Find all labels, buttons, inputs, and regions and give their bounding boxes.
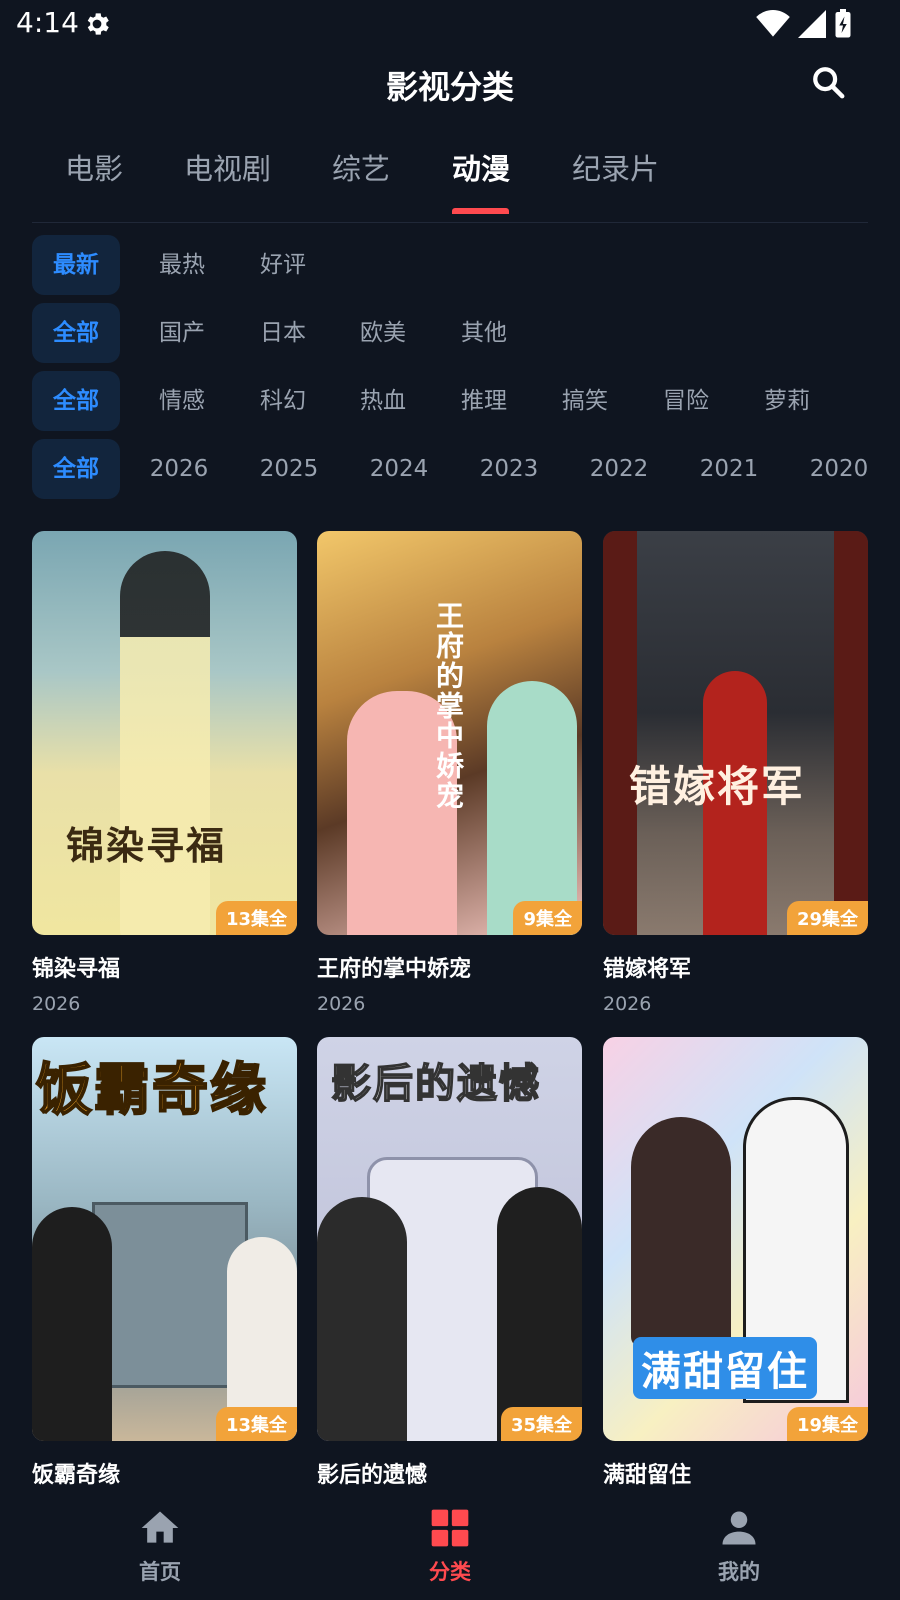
chip-region-western[interactable]: 欧美 (343, 303, 423, 363)
gear-icon (87, 13, 109, 35)
chip-sort-rating[interactable]: 好评 (243, 235, 323, 295)
chip-genre-action[interactable]: 热血 (343, 371, 423, 431)
content-card[interactable]: 锦染寻福 13集全 锦染寻福 2026 (32, 531, 297, 1015)
page-title: 影视分类 (385, 68, 514, 106)
signal-icon (798, 10, 826, 38)
content-card[interactable]: 错嫁将军 29集全 错嫁将军 2026 (603, 531, 868, 1015)
home-icon (141, 1511, 179, 1543)
poster-title-art: 影后的遗憾 (330, 1059, 541, 1108)
chip-region-other[interactable]: 其他 (444, 303, 524, 363)
category-tabs: 电影 电视剧 综艺 动漫 纪录片 (32, 136, 868, 223)
sort-filter-row: 最新 最热 好评 (32, 235, 868, 295)
content-grid: 锦染寻福 13集全 锦染寻福 2026 王府的掌中娇宠 9集全 王府的掌中娇宠 … (32, 531, 868, 1491)
active-tab-indicator (452, 208, 509, 214)
poster-image: 饭霸奇缘 13集全 (32, 1037, 297, 1441)
chip-region-domestic[interactable]: 国产 (142, 303, 222, 363)
chip-year-2022[interactable]: 2022 (584, 439, 654, 499)
grid-icon (431, 1509, 469, 1547)
chip-sort-newest[interactable]: 最新 (32, 235, 120, 295)
card-title: 锦染寻福 (32, 957, 121, 982)
tab-anime[interactable]: 动漫 (452, 146, 510, 188)
episode-badge: 29集全 (786, 901, 868, 935)
chip-sort-hot[interactable]: 最热 (142, 235, 222, 295)
tab-variety[interactable]: 综艺 (332, 146, 390, 188)
card-title: 影后的遗憾 (317, 1463, 428, 1488)
poster-image: 影后的遗憾 35集全 (317, 1037, 582, 1441)
episode-badge: 35集全 (500, 1407, 582, 1441)
poster-title-art: 王府的掌中娇宠 (432, 601, 465, 811)
poster-image: 满甜留住 19集全 (603, 1037, 868, 1441)
episode-badge: 13集全 (215, 1407, 297, 1441)
nav-home[interactable]: 首页 (100, 1506, 220, 1586)
poster-title-art: 错嫁将军 (629, 762, 806, 811)
card-year: 2026 (603, 993, 652, 1015)
chip-year-2024[interactable]: 2024 (364, 439, 434, 499)
poster-image: 王府的掌中娇宠 9集全 (317, 531, 582, 935)
nav-profile[interactable]: 我的 (679, 1506, 799, 1586)
tab-movie[interactable]: 电影 (65, 146, 123, 188)
user-icon (722, 1511, 756, 1545)
nav-category[interactable]: 分类 (390, 1506, 510, 1586)
chip-genre-mystery[interactable]: 推理 (444, 371, 524, 431)
content-card[interactable]: 影后的遗憾 35集全 影后的遗憾 (317, 1037, 582, 1491)
chip-genre-adventure[interactable]: 冒险 (646, 371, 726, 431)
episode-badge: 9集全 (513, 901, 582, 935)
poster-image: 错嫁将军 29集全 (603, 531, 868, 935)
nav-category-label: 分类 (429, 1560, 471, 1584)
chip-genre-loli[interactable]: 萝莉 (747, 371, 827, 431)
nav-profile-label: 我的 (718, 1560, 760, 1584)
poster-title-art: 满甜留住 (633, 1337, 817, 1399)
tab-tv-series[interactable]: 电视剧 (184, 146, 271, 188)
episode-badge: 13集全 (215, 901, 297, 935)
chip-year-2026[interactable]: 2026 (144, 439, 214, 499)
card-title: 错嫁将军 (603, 957, 692, 982)
wifi-icon (756, 10, 790, 37)
chip-year-all[interactable]: 全部 (32, 439, 120, 499)
card-title: 饭霸奇缘 (32, 1463, 121, 1488)
chip-genre-comedy[interactable]: 搞笑 (545, 371, 625, 431)
status-bar: 4:14 (0, 0, 900, 48)
chip-genre-campus[interactable]: 校 (848, 371, 868, 431)
chip-region-all[interactable]: 全部 (32, 303, 120, 363)
region-filter-row: 全部 国产 日本 欧美 其他 (32, 303, 868, 363)
content-card[interactable]: 饭霸奇缘 13集全 饭霸奇缘 (32, 1037, 297, 1491)
bottom-nav: 首页 分类 我的 (0, 1496, 900, 1600)
year-filter-row: 全部 2026 2025 2024 2023 2022 2021 2020 (32, 439, 868, 499)
card-year: 2026 (32, 993, 81, 1015)
tab-documentary[interactable]: 纪录片 (572, 146, 659, 188)
header: 影视分类 (0, 52, 900, 112)
chip-year-2023[interactable]: 2023 (474, 439, 544, 499)
chip-region-japan[interactable]: 日本 (243, 303, 323, 363)
card-year: 2026 (317, 993, 366, 1015)
genre-filter-row: 全部 情感 科幻 热血 推理 搞笑 冒险 萝莉 校 (32, 371, 868, 431)
content-card[interactable]: 满甜留住 19集全 满甜留住 (603, 1037, 868, 1491)
chip-genre-all[interactable]: 全部 (32, 371, 120, 431)
search-icon (813, 67, 845, 99)
battery-icon (835, 9, 851, 38)
nav-home-label: 首页 (139, 1560, 181, 1584)
card-title: 王府的掌中娇宠 (317, 957, 472, 982)
poster-title-art: 饭霸奇缘 (35, 1056, 268, 1124)
poster-image: 锦染寻福 13集全 (32, 531, 297, 935)
status-time: 4:14 (16, 6, 79, 39)
chip-year-2021[interactable]: 2021 (694, 439, 764, 499)
card-title: 满甜留住 (603, 1463, 692, 1488)
chip-genre-scifi[interactable]: 科幻 (243, 371, 323, 431)
chip-year-2020[interactable]: 2020 (804, 439, 868, 499)
search-button[interactable] (808, 62, 848, 102)
episode-badge: 19集全 (786, 1407, 868, 1441)
chip-year-2025[interactable]: 2025 (254, 439, 324, 499)
chip-genre-romance[interactable]: 情感 (142, 371, 222, 431)
content-card[interactable]: 王府的掌中娇宠 9集全 王府的掌中娇宠 2026 (317, 531, 582, 1015)
poster-title-art: 锦染寻福 (66, 823, 227, 868)
